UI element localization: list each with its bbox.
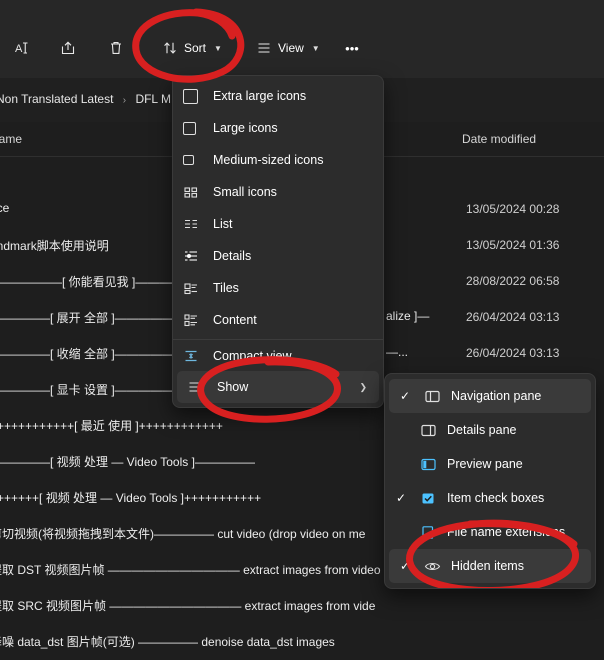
small-icons-glyph — [183, 184, 209, 200]
rename-button[interactable]: A — [6, 32, 38, 64]
more-button[interactable]: ••• — [336, 32, 368, 64]
file-name: 提取 DST 视频图片帧 ——————————— extract images … — [0, 563, 381, 577]
file-name: andmark脚本使用说明 — [0, 239, 109, 253]
list-glyph — [183, 216, 209, 232]
file-name: 提取 SRC 视频图片帧 ——————————— extract images … — [0, 599, 376, 613]
breadcrumb[interactable]: Non Translated Latest › DFL M — [0, 92, 171, 106]
menu-item-label: Content — [213, 313, 257, 327]
table-row[interactable]: 降噪 data_dst 图片帧(可选) ————— denoise data_d… — [0, 624, 604, 660]
show-submenu: ✓ Navigation pane Details pane Preview p… — [384, 373, 596, 589]
rename-icon: A — [14, 40, 30, 56]
submenu-item-item-check-boxes[interactable]: ✓ Item check boxes — [385, 481, 595, 515]
menu-item-medium-sized-icons[interactable]: Medium-sized icons — [173, 144, 383, 176]
menu-item-label: List — [213, 217, 233, 231]
column-header-date-modified[interactable]: Date modified — [462, 132, 536, 146]
submenu-item-label: Navigation pane — [451, 389, 542, 403]
menu-item-label: Show — [217, 380, 249, 394]
menu-item-label: Details — [213, 249, 252, 263]
menu-item-label: Small icons — [213, 185, 277, 199]
sort-arrows-icon — [162, 40, 178, 56]
view-button[interactable]: View ▼ — [248, 32, 328, 64]
file-date: 13/05/2024 01:36 — [466, 238, 560, 252]
file-date: 26/04/2024 03:13 — [466, 346, 560, 360]
large-icon-glyph — [183, 88, 209, 104]
menu-item-compact-view[interactable]: Compact view — [173, 339, 383, 371]
menu-item-show[interactable]: Show ❯ — [177, 371, 379, 403]
menu-item-label: Compact view — [213, 348, 292, 363]
menu-item-label: Large icons — [213, 121, 278, 135]
checkbox-glyph — [415, 490, 441, 507]
file-name: ace — [0, 201, 10, 215]
submenu-item-details-pane[interactable]: Details pane — [385, 413, 595, 447]
menu-item-label: Medium-sized icons — [213, 153, 324, 167]
menu-item-content[interactable]: Content — [173, 304, 383, 336]
submenu-item-preview-pane[interactable]: Preview pane — [385, 447, 595, 481]
file-name: ++++++++++++[ 最近 使用 ]++++++++++++ — [0, 419, 223, 433]
file-name: +++++++[ 视频 处理 — Video Tools ]++++++++++… — [0, 491, 262, 505]
check-icon: ✓ — [399, 559, 411, 573]
menu-item-large-icons[interactable]: Large icons — [173, 112, 383, 144]
menu-item-small-icons[interactable]: Small icons — [173, 176, 383, 208]
show-glyph — [187, 379, 213, 395]
tiles-glyph — [183, 280, 209, 296]
view-dropdown-menu: Extra large icons Large icons Medium-siz… — [172, 75, 384, 408]
compact-view-glyph — [183, 348, 209, 364]
file-name: 剪切视频(将视频拖拽到本文件)————— cut video (drop vid… — [0, 527, 366, 541]
submenu-item-file-name-extensions[interactable]: File name extensions — [385, 515, 595, 549]
table-row[interactable]: 提取 SRC 视频图片帧 ——————————— extract images … — [0, 588, 604, 624]
file-name-continued: alize ]— — [386, 309, 430, 323]
svg-text:A: A — [15, 43, 23, 55]
share-icon — [60, 40, 76, 56]
nav-pane-glyph — [419, 388, 445, 405]
share-button[interactable] — [52, 32, 84, 64]
menu-item-tiles[interactable]: Tiles — [173, 272, 383, 304]
delete-button[interactable] — [100, 32, 132, 64]
content-glyph — [183, 312, 209, 328]
sort-button-label: Sort — [184, 41, 207, 55]
breadcrumb-segment-1[interactable]: Non Translated Latest — [0, 92, 113, 106]
breadcrumb-segment-2[interactable]: DFL M — [135, 92, 171, 106]
details-pane-glyph — [415, 422, 441, 439]
submenu-item-label: Item check boxes — [447, 491, 545, 505]
toolbar: A Sort ▼ View ▼ ••• — [0, 0, 604, 78]
check-icon: ✓ — [399, 389, 411, 403]
breadcrumb-separator-icon: › — [122, 95, 127, 106]
file-ext-glyph — [415, 524, 441, 541]
menu-item-extra-large-icons[interactable]: Extra large icons — [173, 80, 383, 112]
trash-icon — [108, 40, 124, 56]
file-date: 13/05/2024 00:28 — [466, 202, 560, 216]
menu-item-label: Extra large icons — [213, 89, 307, 103]
submenu-item-label: File name extensions — [447, 525, 566, 539]
file-date: 28/08/2022 06:58 — [466, 274, 560, 288]
submenu-item-label: Hidden items — [451, 559, 524, 573]
submenu-item-label: Preview pane — [447, 457, 523, 471]
file-name-continued: —... — [386, 345, 409, 359]
file-name: 降噪 data_dst 图片帧(可选) ————— denoise data_d… — [0, 635, 335, 649]
view-button-label: View — [278, 41, 304, 55]
file-date: 26/04/2024 03:13 — [466, 310, 560, 324]
column-header-name[interactable]: Name — [0, 132, 22, 146]
ellipsis-icon: ••• — [345, 40, 359, 56]
chevron-down-icon: ▼ — [311, 43, 320, 53]
selected-bullet-icon — [187, 254, 191, 258]
file-name: —————[ 视频 处理 — Video Tools ]————— — [0, 455, 255, 469]
preview-pane-glyph — [415, 456, 441, 473]
view-list-icon — [256, 40, 272, 56]
menu-item-list[interactable]: List — [173, 208, 383, 240]
large-icon-glyph — [183, 121, 209, 135]
submenu-item-navigation-pane[interactable]: ✓ Navigation pane — [389, 379, 591, 413]
menu-item-label: Tiles — [213, 281, 239, 295]
submenu-item-label: Details pane — [447, 423, 517, 437]
sort-button[interactable]: Sort ▼ — [154, 32, 230, 64]
menu-item-details[interactable]: Details — [173, 240, 383, 272]
chevron-right-icon: ❯ — [359, 381, 367, 392]
medium-icon-glyph — [183, 155, 209, 165]
eye-glyph — [419, 558, 445, 575]
submenu-item-hidden-items[interactable]: ✓ Hidden items — [389, 549, 591, 583]
chevron-down-icon: ▼ — [214, 43, 222, 53]
check-icon: ✓ — [395, 491, 407, 505]
